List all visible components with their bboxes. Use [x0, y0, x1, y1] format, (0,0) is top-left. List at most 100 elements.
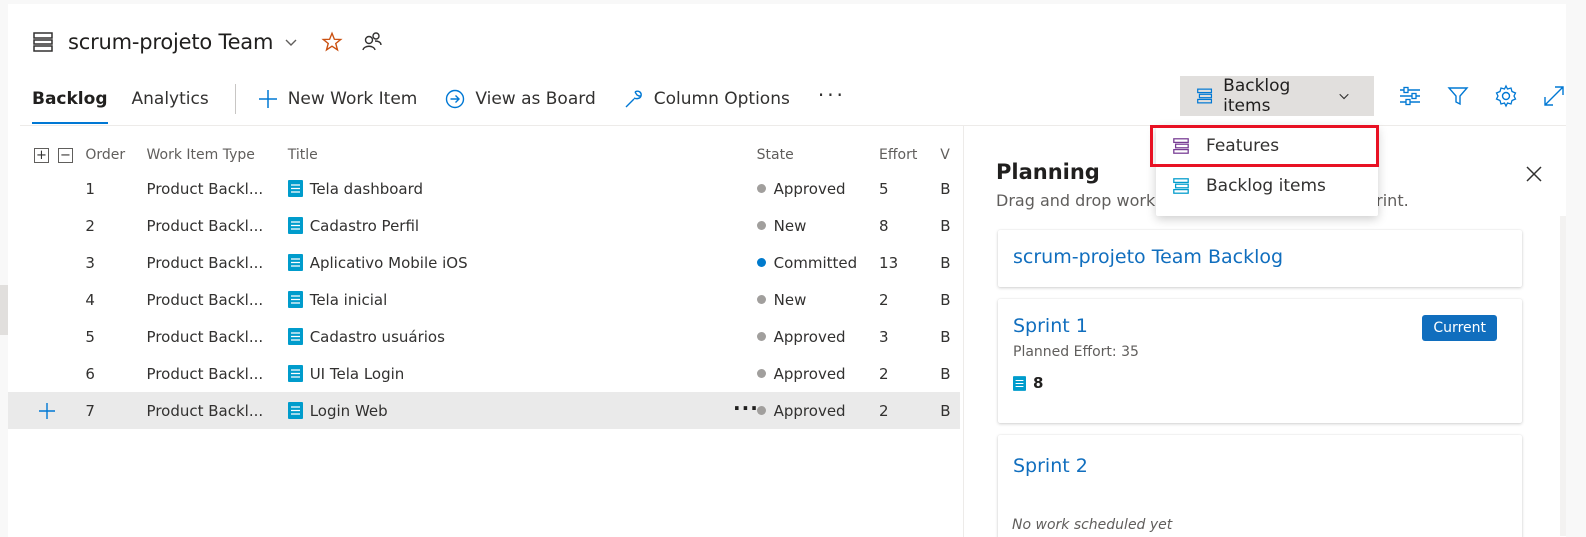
table-row[interactable]: 4 Product Backl... Tela inicial New 2 B [8, 281, 960, 318]
row-title-link[interactable]: Tela inicial [310, 291, 388, 309]
row-value-area: B [940, 401, 951, 420]
backlog-toolbar: Backlog Analytics New Work Item View as … [32, 80, 846, 124]
row-title-link[interactable]: Tela dashboard [310, 180, 423, 198]
row-value-area: B [940, 327, 951, 346]
chevron-down-icon [1339, 93, 1349, 100]
settings-gear-icon[interactable] [1494, 84, 1518, 108]
column-options-button[interactable]: Column Options [624, 89, 790, 109]
menu-item-backlog-items[interactable]: Backlog items [1156, 166, 1378, 206]
table-row-selected[interactable]: 7 Product Backl... Login Web Approved 2 … [8, 392, 960, 429]
toolbar-divider [234, 84, 236, 114]
team-members-icon[interactable] [361, 31, 383, 53]
product-backlog-item-icon [287, 180, 303, 197]
column-header-title[interactable]: Title [288, 147, 757, 163]
team-backlog-card[interactable]: scrum-projeto Team Backlog [998, 230, 1522, 287]
expand-icon[interactable] [1542, 84, 1566, 108]
row-state: Approved [773, 364, 846, 383]
row-context-menu-icon[interactable]: ··· [733, 396, 759, 420]
current-badge: Current [1422, 315, 1497, 341]
column-header-state[interactable]: State [757, 147, 879, 163]
table-row[interactable]: 3 Product Backl... Aplicativo Mobile iOS… [8, 244, 960, 281]
menu-item-features[interactable]: Features [1150, 125, 1379, 167]
row-title-link[interactable]: Cadastro usuários [310, 328, 445, 346]
row-state: New [773, 216, 807, 235]
row-type: Product Backl... [146, 216, 264, 235]
row-order: 5 [85, 327, 95, 346]
row-title-link[interactable]: Aplicativo Mobile iOS [310, 254, 468, 272]
favorite-star-icon[interactable] [321, 31, 343, 53]
state-dot [756, 221, 766, 230]
row-order: 3 [85, 253, 95, 272]
row-effort: 8 [879, 216, 889, 235]
plus-icon [258, 90, 277, 108]
new-work-item-button[interactable]: New Work Item [258, 89, 418, 109]
row-value-area: B [940, 179, 951, 198]
work-item-count-value: 8 [1033, 374, 1044, 392]
more-options-icon[interactable]: ··· [818, 83, 846, 107]
product-backlog-item-icon [287, 291, 303, 308]
table-row[interactable]: 5 Product Backl... Cadastro usuários App… [8, 318, 960, 355]
new-work-item-label: New Work Item [287, 89, 418, 109]
backlog-level-label: Backlog items [1223, 76, 1291, 116]
table-row[interactable]: 6 Product Backl... UI Tela Login Approve… [8, 355, 960, 392]
product-backlog-item-icon [287, 328, 303, 345]
collapse-all-icon[interactable]: − [58, 147, 73, 163]
menu-item-label: Backlog items [1206, 176, 1326, 196]
table-row[interactable]: 1 Product Backl... Tela dashboard Approv… [8, 170, 960, 207]
product-backlog-item-icon [1013, 375, 1026, 391]
sprint-card[interactable]: Sprint 1 Current Planned Effort: 35 8 [998, 299, 1522, 423]
row-type: Product Backl... [146, 364, 264, 383]
backlog-grid: + − Order Work Item Type Title State Eff… [8, 140, 960, 429]
column-header-effort[interactable]: Effort [879, 147, 940, 163]
team-backlog-link[interactable]: scrum-projeto Team Backlog [1013, 246, 1283, 268]
row-effort: 5 [879, 179, 889, 198]
row-title-link[interactable]: UI Tela Login [310, 365, 405, 383]
backlog-icon [33, 32, 53, 52]
sprint-link[interactable]: Sprint 2 [1013, 455, 1088, 477]
close-icon[interactable] [1524, 164, 1544, 184]
row-title-link[interactable]: Cadastro Perfil [310, 217, 419, 235]
row-state: Approved [773, 327, 846, 346]
state-dot [756, 332, 766, 341]
planning-title: Planning [996, 160, 1100, 184]
row-type: Product Backl... [146, 327, 264, 346]
view-as-board-label: View as Board [475, 89, 596, 109]
menu-item-label: Features [1206, 136, 1280, 156]
view-as-board-button[interactable]: View as Board [445, 89, 596, 109]
pane-scrollbar[interactable] [1560, 216, 1566, 536]
state-dot [756, 258, 766, 267]
sprint-link[interactable]: Sprint 1 [1013, 315, 1088, 337]
expand-collapse-controls: + − [8, 147, 85, 163]
product-backlog-item-icon [287, 217, 303, 234]
row-state: Approved [773, 179, 846, 198]
product-backlog-item-icon [287, 402, 303, 419]
row-effort: 2 [879, 401, 889, 420]
row-order: 6 [85, 364, 95, 383]
row-state: New [773, 290, 807, 309]
view-options-icon[interactable] [1398, 84, 1422, 108]
wrench-icon [625, 90, 642, 108]
backlog-level-menu: Features Backlog items [1150, 125, 1379, 216]
row-state: Committed [773, 253, 858, 272]
sprint-card[interactable]: Sprint 2 No work scheduled yet [998, 435, 1522, 537]
column-header-order[interactable]: Order [85, 147, 146, 163]
product-backlog-item-icon [287, 365, 303, 382]
add-child-plus-icon[interactable] [38, 402, 56, 420]
row-type: Product Backl... [146, 401, 264, 420]
chevron-down-icon[interactable] [283, 34, 299, 50]
backlog-level-selector[interactable]: Backlog items [1180, 76, 1374, 116]
column-header-value-area[interactable]: V [940, 147, 960, 163]
backlog-items-icon [1197, 88, 1213, 104]
column-header-work-item-type[interactable]: Work Item Type [147, 147, 288, 163]
row-order: 7 [85, 401, 95, 420]
row-order: 1 [85, 179, 95, 198]
table-row[interactable]: 2 Product Backl... Cadastro Perfil New 8… [8, 207, 960, 244]
grid-header: + − Order Work Item Type Title State Eff… [8, 140, 960, 170]
tab-backlog[interactable]: Backlog [32, 80, 108, 124]
expand-all-icon[interactable]: + [34, 147, 49, 163]
right-toolbar: Backlog items [1180, 76, 1566, 116]
team-name[interactable]: scrum-projeto Team [68, 30, 273, 54]
tab-analytics[interactable]: Analytics [132, 80, 209, 118]
row-title-link[interactable]: Login Web [310, 402, 388, 420]
filter-icon[interactable] [1446, 84, 1470, 108]
